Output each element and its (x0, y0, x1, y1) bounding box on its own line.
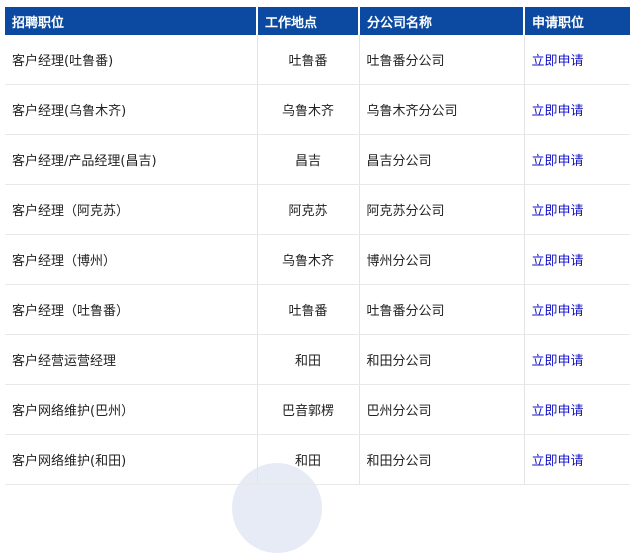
header-location: 工作地点 (257, 7, 360, 35)
table-row: 客户经理（阿克苏） 阿克苏 阿克苏分公司 立即申请 (5, 184, 630, 235)
cell-location: 巴音郭楞 (257, 384, 360, 435)
cell-apply: 立即申请 (524, 434, 630, 485)
cell-branch: 和田分公司 (359, 334, 525, 385)
table-row: 客户经理（博州） 乌鲁木齐 博州分公司 立即申请 (5, 234, 630, 285)
apply-link[interactable]: 立即申请 (532, 254, 584, 269)
header-branch: 分公司名称 (359, 7, 525, 35)
cell-branch: 吐鲁番分公司 (359, 284, 525, 335)
table-row: 客户网络维护(和田) 和田 和田分公司 立即申请 (5, 434, 630, 485)
cell-branch: 博州分公司 (359, 234, 525, 285)
cell-branch: 昌吉分公司 (359, 134, 525, 185)
table-row: 客户经理（吐鲁番） 吐鲁番 吐鲁番分公司 立即申请 (5, 284, 630, 335)
table-body: 客户经理(吐鲁番) 吐鲁番 吐鲁番分公司 立即申请 客户经理(乌鲁木齐) 乌鲁木… (5, 35, 630, 485)
cell-location: 吐鲁番 (257, 35, 360, 85)
header-apply: 申请职位 (524, 7, 630, 35)
cell-branch: 巴州分公司 (359, 384, 525, 435)
apply-link[interactable]: 立即申请 (532, 54, 584, 69)
table-row: 客户经营运营经理 和田 和田分公司 立即申请 (5, 334, 630, 385)
apply-link[interactable]: 立即申请 (532, 204, 584, 219)
cell-branch: 吐鲁番分公司 (359, 35, 525, 85)
cell-location: 和田 (257, 434, 360, 485)
cell-position: 客户网络维护(和田) (5, 434, 258, 485)
cell-location: 乌鲁木齐 (257, 234, 360, 285)
apply-link[interactable]: 立即申请 (532, 104, 584, 119)
apply-link[interactable]: 立即申请 (532, 154, 584, 169)
cell-branch: 乌鲁木齐分公司 (359, 84, 525, 135)
cell-location: 乌鲁木齐 (257, 84, 360, 135)
cell-position: 客户经理（博州） (5, 234, 258, 285)
cell-location: 阿克苏 (257, 184, 360, 235)
cell-apply: 立即申请 (524, 334, 630, 385)
header-position: 招聘职位 (5, 7, 258, 35)
cell-apply: 立即申请 (524, 234, 630, 285)
header-row: 招聘职位 工作地点 分公司名称 申请职位 (5, 7, 630, 35)
apply-link[interactable]: 立即申请 (532, 354, 584, 369)
cell-apply: 立即申请 (524, 84, 630, 135)
cell-apply: 立即申请 (524, 35, 630, 85)
cell-apply: 立即申请 (524, 384, 630, 435)
apply-link[interactable]: 立即申请 (532, 404, 584, 419)
cell-position: 客户经营运营经理 (5, 334, 258, 385)
job-listings-table: 招聘职位 工作地点 分公司名称 申请职位 客户经理(吐鲁番) 吐鲁番 吐鲁番分公… (5, 7, 630, 485)
cell-location: 和田 (257, 334, 360, 385)
table-row: 客户经理(吐鲁番) 吐鲁番 吐鲁番分公司 立即申请 (5, 35, 630, 85)
table-row: 客户经理/产品经理(昌吉) 昌吉 昌吉分公司 立即申请 (5, 134, 630, 185)
table-row: 客户网络维护(巴州） 巴音郭楞 巴州分公司 立即申请 (5, 384, 630, 435)
cell-branch: 和田分公司 (359, 434, 525, 485)
cell-location: 昌吉 (257, 134, 360, 185)
cell-branch: 阿克苏分公司 (359, 184, 525, 235)
table-row: 客户经理(乌鲁木齐) 乌鲁木齐 乌鲁木齐分公司 立即申请 (5, 84, 630, 135)
apply-link[interactable]: 立即申请 (532, 304, 584, 319)
apply-link[interactable]: 立即申请 (532, 454, 584, 469)
cell-apply: 立即申请 (524, 134, 630, 185)
cell-position: 客户经理(乌鲁木齐) (5, 84, 258, 135)
cell-location: 吐鲁番 (257, 284, 360, 335)
cell-position: 客户经理/产品经理(昌吉) (5, 134, 258, 185)
cell-position: 客户经理(吐鲁番) (5, 35, 258, 85)
cell-position: 客户经理（阿克苏） (5, 184, 258, 235)
cell-position: 客户经理（吐鲁番） (5, 284, 258, 335)
table-header: 招聘职位 工作地点 分公司名称 申请职位 (5, 7, 630, 35)
cell-position: 客户网络维护(巴州） (5, 384, 258, 435)
cell-apply: 立即申请 (524, 184, 630, 235)
cell-apply: 立即申请 (524, 284, 630, 335)
